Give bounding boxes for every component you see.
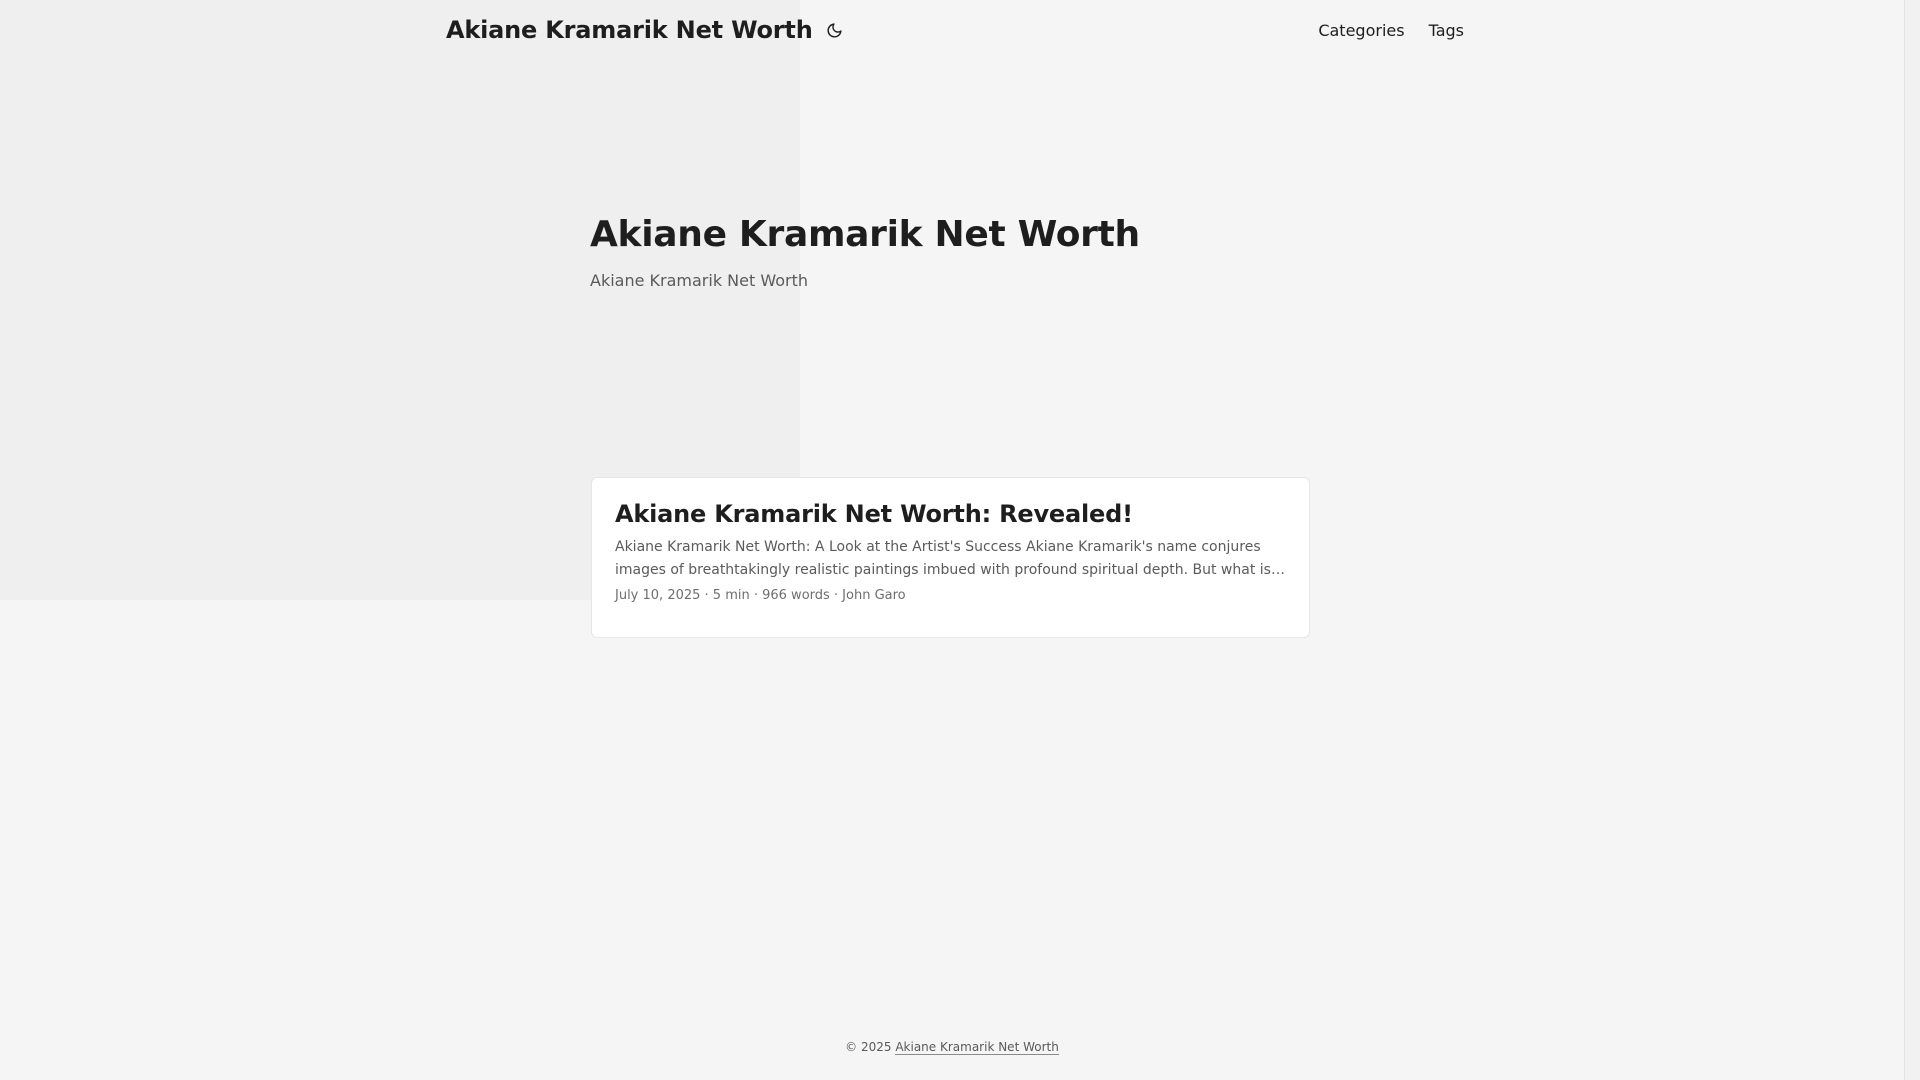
site-footer: © 2025 Akiane Kramarik Net Worth bbox=[0, 1040, 1904, 1055]
main-nav: Categories Tags bbox=[1294, 21, 1464, 40]
post-meta: July 10, 2025 · 5 min · 966 words · John… bbox=[615, 588, 906, 603]
post-entry[interactable]: Akiane Kramarik Net Worth: Revealed! Aki… bbox=[591, 477, 1310, 638]
site-header: Akiane Kramarik Net Worth Categories Tag… bbox=[446, 0, 1464, 60]
moon-icon bbox=[827, 22, 842, 37]
page-subtitle: Akiane Kramarik Net Worth bbox=[590, 271, 809, 290]
logo-switches: Akiane Kramarik Net Worth bbox=[446, 16, 845, 44]
home-info: Akiane Kramarik Net Worth Akiane Kramari… bbox=[590, 214, 1140, 290]
theme-toggle-button[interactable] bbox=[825, 20, 845, 40]
post-summary: Akiane Kramarik Net Worth: A Look at the… bbox=[615, 539, 1271, 578]
nav-categories-link[interactable]: Categories bbox=[1318, 21, 1404, 40]
site-logo[interactable]: Akiane Kramarik Net Worth bbox=[446, 16, 813, 44]
nav-tags-link[interactable]: Tags bbox=[1429, 21, 1464, 40]
footer-site-link[interactable]: Akiane Kramarik Net Worth bbox=[895, 1040, 1059, 1055]
page-title: Akiane Kramarik Net Worth bbox=[590, 214, 1140, 255]
post-title: Akiane Kramarik Net Worth: Revealed! bbox=[615, 500, 1133, 528]
copyright-text: © 2025 bbox=[845, 1040, 892, 1054]
page-scrollbar[interactable] bbox=[1904, 0, 1920, 1080]
